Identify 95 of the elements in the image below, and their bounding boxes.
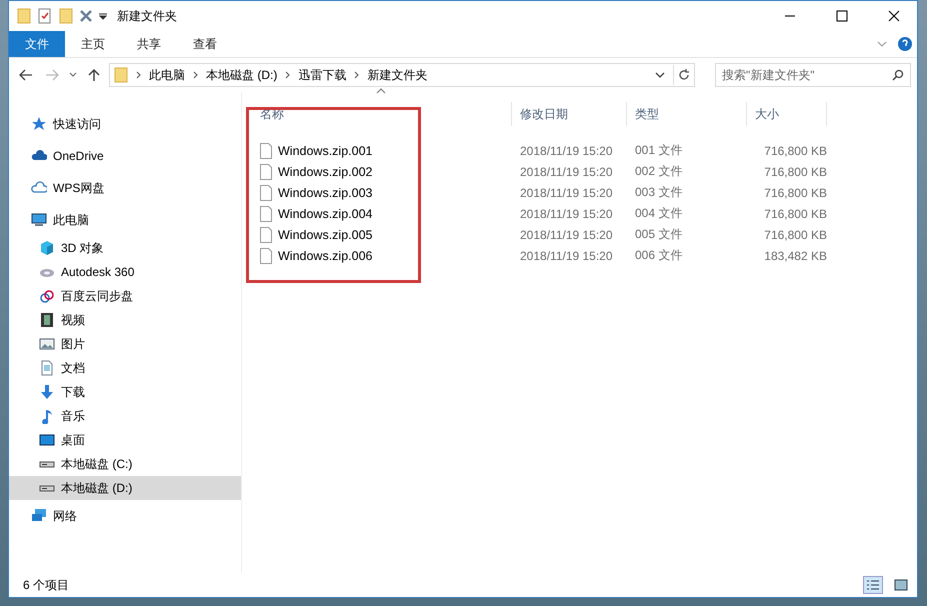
breadcrumb-item[interactable]: 迅雷下载	[298, 66, 346, 84]
file-size: 716,800 KB	[763, 186, 827, 200]
sidebar-item[interactable]: 此电脑	[9, 204, 241, 236]
file-icon	[260, 248, 272, 264]
item-count: 6 个项目	[23, 576, 70, 594]
ribbon-tab[interactable]: 文件	[9, 31, 65, 57]
sidebar-item[interactable]: 本地磁盘 (D:)	[9, 476, 241, 500]
sidebar-item[interactable]: 音乐	[9, 404, 241, 428]
modified-date: 2018/11/19 15:20	[519, 186, 614, 200]
folder-icon	[17, 8, 31, 24]
modified-date: 2018/11/19 15:20	[519, 228, 614, 242]
sync-icon	[39, 288, 55, 304]
list-icon	[866, 579, 880, 591]
file-size: 183,482 KB	[763, 248, 827, 262]
file-name[interactable]: Windows.zip.004	[278, 206, 372, 220]
file-icon	[260, 184, 272, 200]
thumbnail-icon	[894, 579, 908, 591]
window-title: 新建文件夹	[116, 8, 178, 24]
breadcrumb-item[interactable]: 此电脑	[149, 66, 185, 84]
sidebar-item[interactable]: 图片	[9, 332, 241, 356]
address-bar[interactable]: 此电脑 本地磁盘 (D:) 迅雷下载 新建文件夹	[109, 63, 695, 87]
search-field[interactable]: 搜索"新建文件夹"	[715, 63, 911, 87]
file-icon	[260, 206, 272, 222]
file-size: 716,800 KB	[763, 144, 827, 158]
modified-date: 2018/11/19 15:20	[519, 164, 614, 178]
breadcrumb-item[interactable]: 本地磁盘 (D:)	[206, 66, 278, 84]
file-size: 716,800 KB	[763, 164, 827, 178]
music-icon	[39, 408, 55, 424]
file-type: 006 文件	[634, 247, 684, 264]
file-type: 005 文件	[634, 226, 684, 243]
chevron-down-icon	[69, 72, 77, 78]
ribbon-tab[interactable]: 主页	[65, 31, 121, 57]
file-name[interactable]: Windows.zip.005	[278, 228, 372, 242]
picture-icon	[39, 336, 55, 352]
chevron-icon	[354, 71, 360, 79]
desktop-icon	[39, 432, 55, 448]
folder-icon	[114, 67, 128, 83]
document-icon	[39, 360, 55, 376]
modified-date: 2018/11/19 15:20	[519, 248, 614, 262]
file-type: 002 文件	[634, 163, 684, 180]
file-name[interactable]: Windows.zip.003	[278, 186, 372, 200]
sidebar-item[interactable]: 桌面	[9, 428, 241, 452]
breadcrumb-item[interactable]: 新建文件夹	[367, 66, 428, 84]
details-view-button[interactable]	[863, 576, 883, 594]
sidebar-item[interactable]: WPS网盘	[9, 172, 241, 204]
sidebar-item[interactable]: 本地磁盘 (C:)	[9, 452, 241, 476]
modified-date: 2018/11/19 15:20	[519, 144, 614, 158]
sidebar-item[interactable]: 下载	[9, 380, 241, 404]
star-icon	[31, 116, 47, 132]
ribbon-tab[interactable]: 查看	[177, 31, 233, 57]
chevron-down-icon[interactable]	[655, 71, 665, 79]
download-icon	[39, 384, 55, 400]
ribbon-tab[interactable]: 共享	[121, 31, 177, 57]
sidebar-item[interactable]: Autodesk 360	[9, 260, 241, 284]
modified-date: 2018/11/19 15:20	[519, 206, 614, 220]
file-size: 716,800 KB	[763, 228, 827, 242]
properties-icon[interactable]	[37, 8, 53, 24]
search-icon	[892, 69, 904, 81]
left-arrow-icon	[19, 69, 33, 81]
computer-icon	[31, 212, 47, 228]
sidebar-item[interactable]: 3D 对象	[9, 236, 241, 260]
file-name[interactable]: Windows.zip.001	[278, 144, 372, 158]
chevron-icon	[285, 71, 290, 79]
file-icon	[260, 226, 272, 242]
up-arrow-icon	[88, 68, 100, 82]
chevron-icon	[136, 71, 141, 79]
close-icon	[888, 10, 900, 22]
file-icon	[260, 164, 272, 180]
dropdown-icon[interactable]	[99, 12, 107, 20]
right-arrow-icon	[45, 69, 59, 81]
sidebar-item[interactable]: OneDrive	[9, 140, 241, 172]
file-type: 001 文件	[634, 142, 684, 159]
sidebar-item[interactable]: 网络	[9, 500, 241, 532]
sidebar-item[interactable]: 文档	[9, 356, 241, 380]
drive-icon	[39, 460, 55, 468]
sort-caret-icon	[376, 88, 386, 94]
sidebar-item[interactable]: 百度云同步盘	[9, 284, 241, 308]
sidebar-item[interactable]: 快速访问	[9, 108, 241, 140]
file-type: 003 文件	[634, 184, 684, 201]
maximize-icon	[836, 10, 848, 22]
film-icon	[39, 312, 55, 328]
sidebar-item[interactable]: 视频	[9, 308, 241, 332]
file-name[interactable]: Windows.zip.002	[278, 164, 372, 178]
file-icon	[260, 142, 272, 158]
drive-icon	[39, 484, 55, 492]
file-name[interactable]: Windows.zip.006	[278, 248, 372, 262]
network-icon	[31, 508, 47, 524]
file-type: 004 文件	[634, 205, 684, 222]
delete-icon[interactable]	[79, 9, 93, 23]
cube-icon	[39, 240, 55, 256]
file-size: 716,800 KB	[763, 206, 827, 220]
chevron-icon	[193, 71, 198, 79]
column-header[interactable]: 类型	[627, 102, 747, 126]
column-header[interactable]: 修改日期	[512, 102, 627, 126]
column-header[interactable]: 大小	[747, 102, 827, 126]
